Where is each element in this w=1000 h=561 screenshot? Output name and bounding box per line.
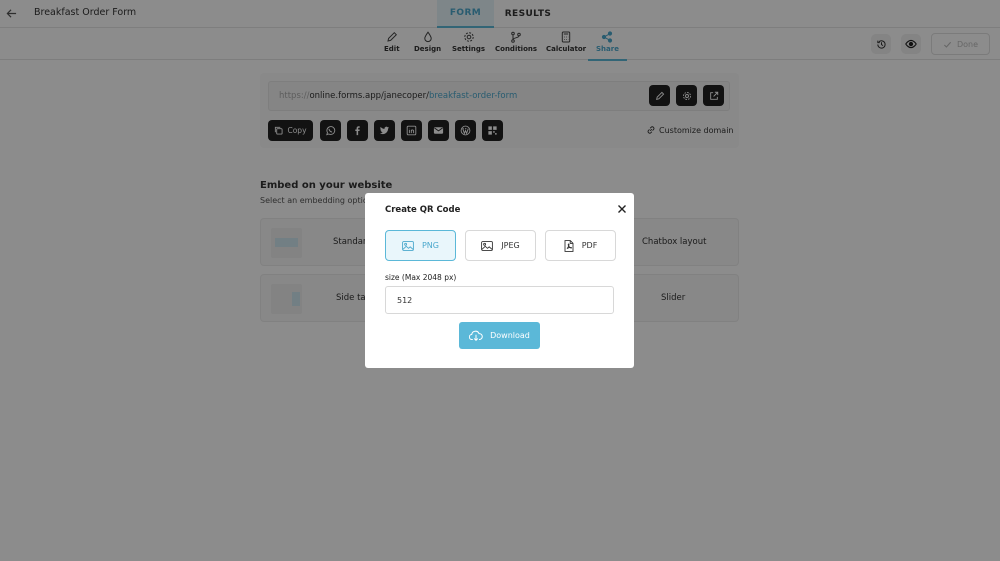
close-icon xyxy=(617,204,626,213)
qr-code-dialog: Create QR Code PNG JPEG PDF size (Max 20… xyxy=(365,193,634,368)
cloud-download-icon xyxy=(469,330,483,341)
image-icon xyxy=(481,240,494,251)
download-button[interactable]: Download xyxy=(459,322,540,349)
size-label: size (Max 2048 px) xyxy=(385,273,457,282)
download-label: Download xyxy=(490,331,530,340)
format-png-label: PNG xyxy=(421,241,439,250)
size-input[interactable] xyxy=(385,286,614,314)
format-pdf-button[interactable]: PDF xyxy=(545,230,616,261)
format-jpeg-label: JPEG xyxy=(501,241,520,250)
close-button[interactable] xyxy=(615,202,628,215)
dialog-title: Create QR Code xyxy=(385,205,461,215)
pdf-file-icon xyxy=(564,239,574,252)
format-jpeg-button[interactable]: JPEG xyxy=(465,230,536,261)
image-icon xyxy=(402,240,414,251)
format-pdf-label: PDF xyxy=(581,241,598,250)
format-png-button[interactable]: PNG xyxy=(385,230,456,261)
